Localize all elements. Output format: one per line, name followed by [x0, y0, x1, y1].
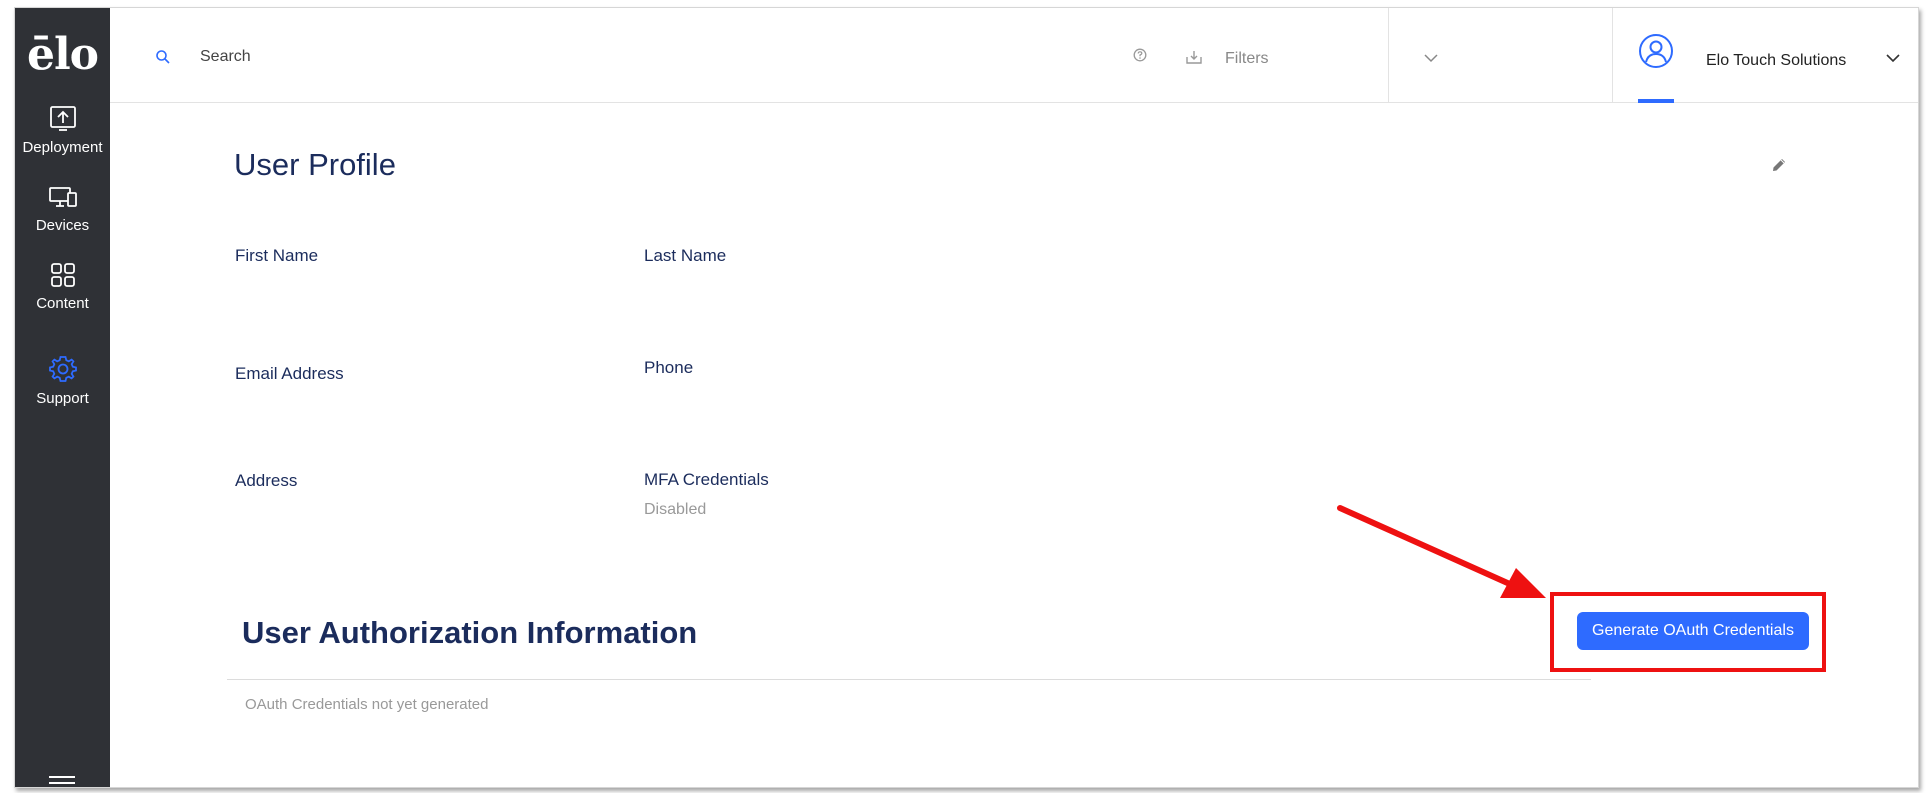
search-icon [156, 50, 170, 64]
account-name: Elo Touch Solutions [1706, 52, 1847, 69]
sidebar: ēlo Deployment Devices Content Support [15, 8, 110, 787]
content-grid-icon [50, 263, 75, 287]
app-window: ēlo Deployment Devices Content Support S… [14, 7, 1919, 788]
filters-label: Filters [1225, 50, 1269, 67]
deployment-upload-icon [49, 106, 76, 131]
chevron-down-icon [1424, 54, 1438, 63]
help-circle-icon[interactable] [1133, 48, 1147, 62]
account-menu[interactable]: Elo Touch Solutions [1628, 33, 1918, 103]
sidebar-item-label: Content [36, 295, 89, 312]
last-name-label: Last Name [644, 246, 727, 265]
page-title: User Profile [234, 147, 396, 182]
sidebar-item-label: Deployment [22, 139, 103, 156]
section-divider [227, 679, 1591, 680]
devices-icon [48, 187, 77, 207]
mfa-credentials-label: MFA Credentials [644, 470, 769, 489]
gear-icon [48, 356, 77, 382]
hamburger-menu-icon[interactable] [49, 776, 75, 787]
top-header: Filters Elo Touch Solutions [110, 8, 1918, 103]
sidebar-item-deployment[interactable]: Deployment [15, 105, 110, 157]
sidebar-item-label: Support [36, 390, 89, 407]
first-name-label: First Name [235, 246, 319, 265]
search-input[interactable] [200, 48, 700, 66]
sidebar-item-support[interactable]: Support [15, 354, 110, 408]
mfa-credentials-value: Disabled [644, 501, 707, 518]
email-label: Email Address [235, 364, 344, 383]
phone-label: Phone [644, 358, 694, 377]
elo-logo: ēlo [26, 29, 99, 80]
generate-oauth-credentials-button[interactable]: Generate OAuth Credentials [1577, 612, 1809, 650]
sidebar-item-label: Devices [35, 217, 90, 234]
oauth-empty-state: OAuth Credentials not yet generated [245, 696, 489, 713]
download-icon [1186, 51, 1202, 64]
section-title: User Authorization Information [242, 615, 698, 650]
user-avatar-icon [1639, 34, 1673, 68]
sidebar-item-devices[interactable]: Devices [15, 185, 110, 235]
pencil-icon[interactable] [1770, 156, 1788, 174]
filters-dropdown[interactable]: Filters [1185, 43, 1455, 75]
chevron-down-icon [1886, 54, 1900, 63]
address-label: Address [235, 471, 298, 490]
sidebar-item-content[interactable]: Content [15, 261, 110, 313]
header-divider [1388, 8, 1389, 103]
main-content: User Profile First Name Last Name Email … [110, 103, 1918, 787]
header-divider [1612, 8, 1613, 103]
